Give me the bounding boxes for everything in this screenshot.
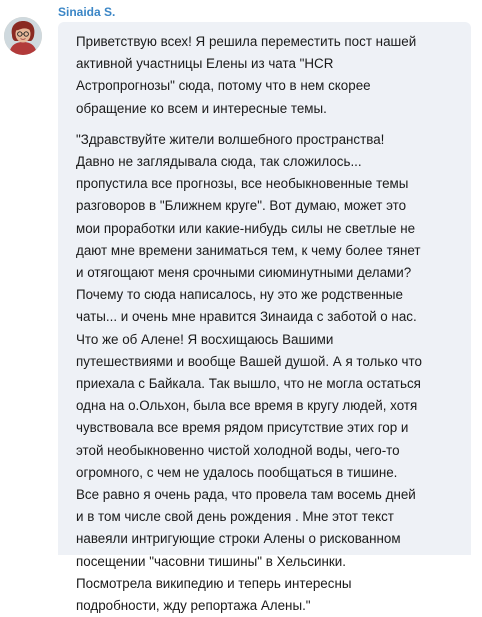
user-avatar-photo-icon [4, 17, 42, 55]
message-paragraph: "Здравствуйте жители волшебного простран… [76, 131, 422, 614]
message-bubble: Приветствую всех! Я решила переместить п… [58, 22, 471, 613]
sender-avatar[interactable] [4, 17, 42, 55]
message-paragraph: Приветствую всех! Я решила переместить п… [76, 34, 417, 116]
sender-name[interactable]: Sinaida S. [58, 5, 115, 19]
chat-message: Sinaida S. Приветствую всех! Я решила пе… [0, 0, 482, 613]
